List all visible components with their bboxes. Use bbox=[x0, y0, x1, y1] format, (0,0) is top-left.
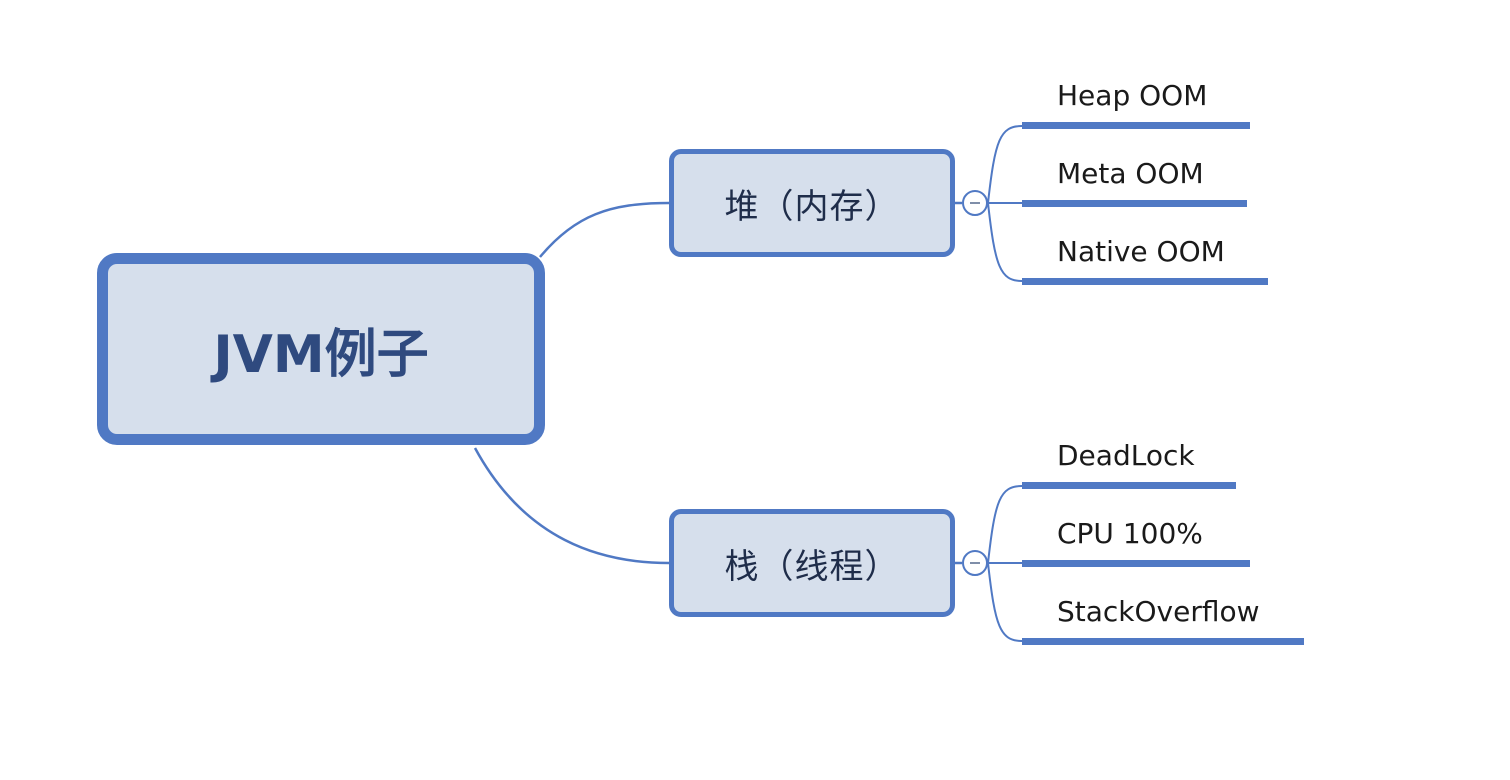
connector-heap-leaf-3 bbox=[987, 202, 1023, 282]
connector-root-heap bbox=[539, 201, 670, 258]
minus-icon bbox=[970, 202, 980, 204]
branch-topic-heap-label: 堆（内存） bbox=[724, 186, 900, 227]
leaf-meta-oom[interactable]: Meta OOM bbox=[1057, 157, 1204, 191]
connector-heap-leaf-1 bbox=[987, 125, 1023, 204]
minus-icon bbox=[970, 562, 980, 564]
connector-stack-leaf-3 bbox=[987, 562, 1023, 642]
branch-topic-heap[interactable]: 堆（内存） bbox=[669, 149, 955, 257]
root-topic[interactable]: JVM例子 bbox=[97, 253, 545, 445]
leaf-underline-stackoverflow bbox=[1022, 638, 1304, 645]
leaf-underline-deadlock bbox=[1022, 482, 1236, 489]
collapse-stack-button[interactable] bbox=[962, 550, 988, 576]
connector-root-stack bbox=[473, 447, 670, 565]
root-topic-label: JVM例子 bbox=[213, 324, 429, 385]
branch-topic-stack-label: 栈（线程） bbox=[724, 546, 900, 587]
leaf-underline-meta-oom bbox=[1022, 200, 1247, 207]
branch-topic-stack[interactable]: 栈（线程） bbox=[669, 509, 955, 617]
connector-stack-leaf-1 bbox=[987, 485, 1023, 564]
leaf-underline-native-oom bbox=[1022, 278, 1268, 285]
leaf-native-oom[interactable]: Native OOM bbox=[1057, 235, 1225, 269]
collapse-heap-button[interactable] bbox=[962, 190, 988, 216]
leaf-deadlock[interactable]: DeadLock bbox=[1057, 439, 1195, 473]
leaf-underline-cpu bbox=[1022, 560, 1250, 567]
leaf-stackoverflow[interactable]: StackOverflow bbox=[1057, 595, 1260, 629]
leaf-cpu-100[interactable]: CPU 100% bbox=[1057, 517, 1203, 551]
leaf-heap-oom[interactable]: Heap OOM bbox=[1057, 79, 1207, 113]
leaf-underline-heap-oom bbox=[1022, 122, 1250, 129]
